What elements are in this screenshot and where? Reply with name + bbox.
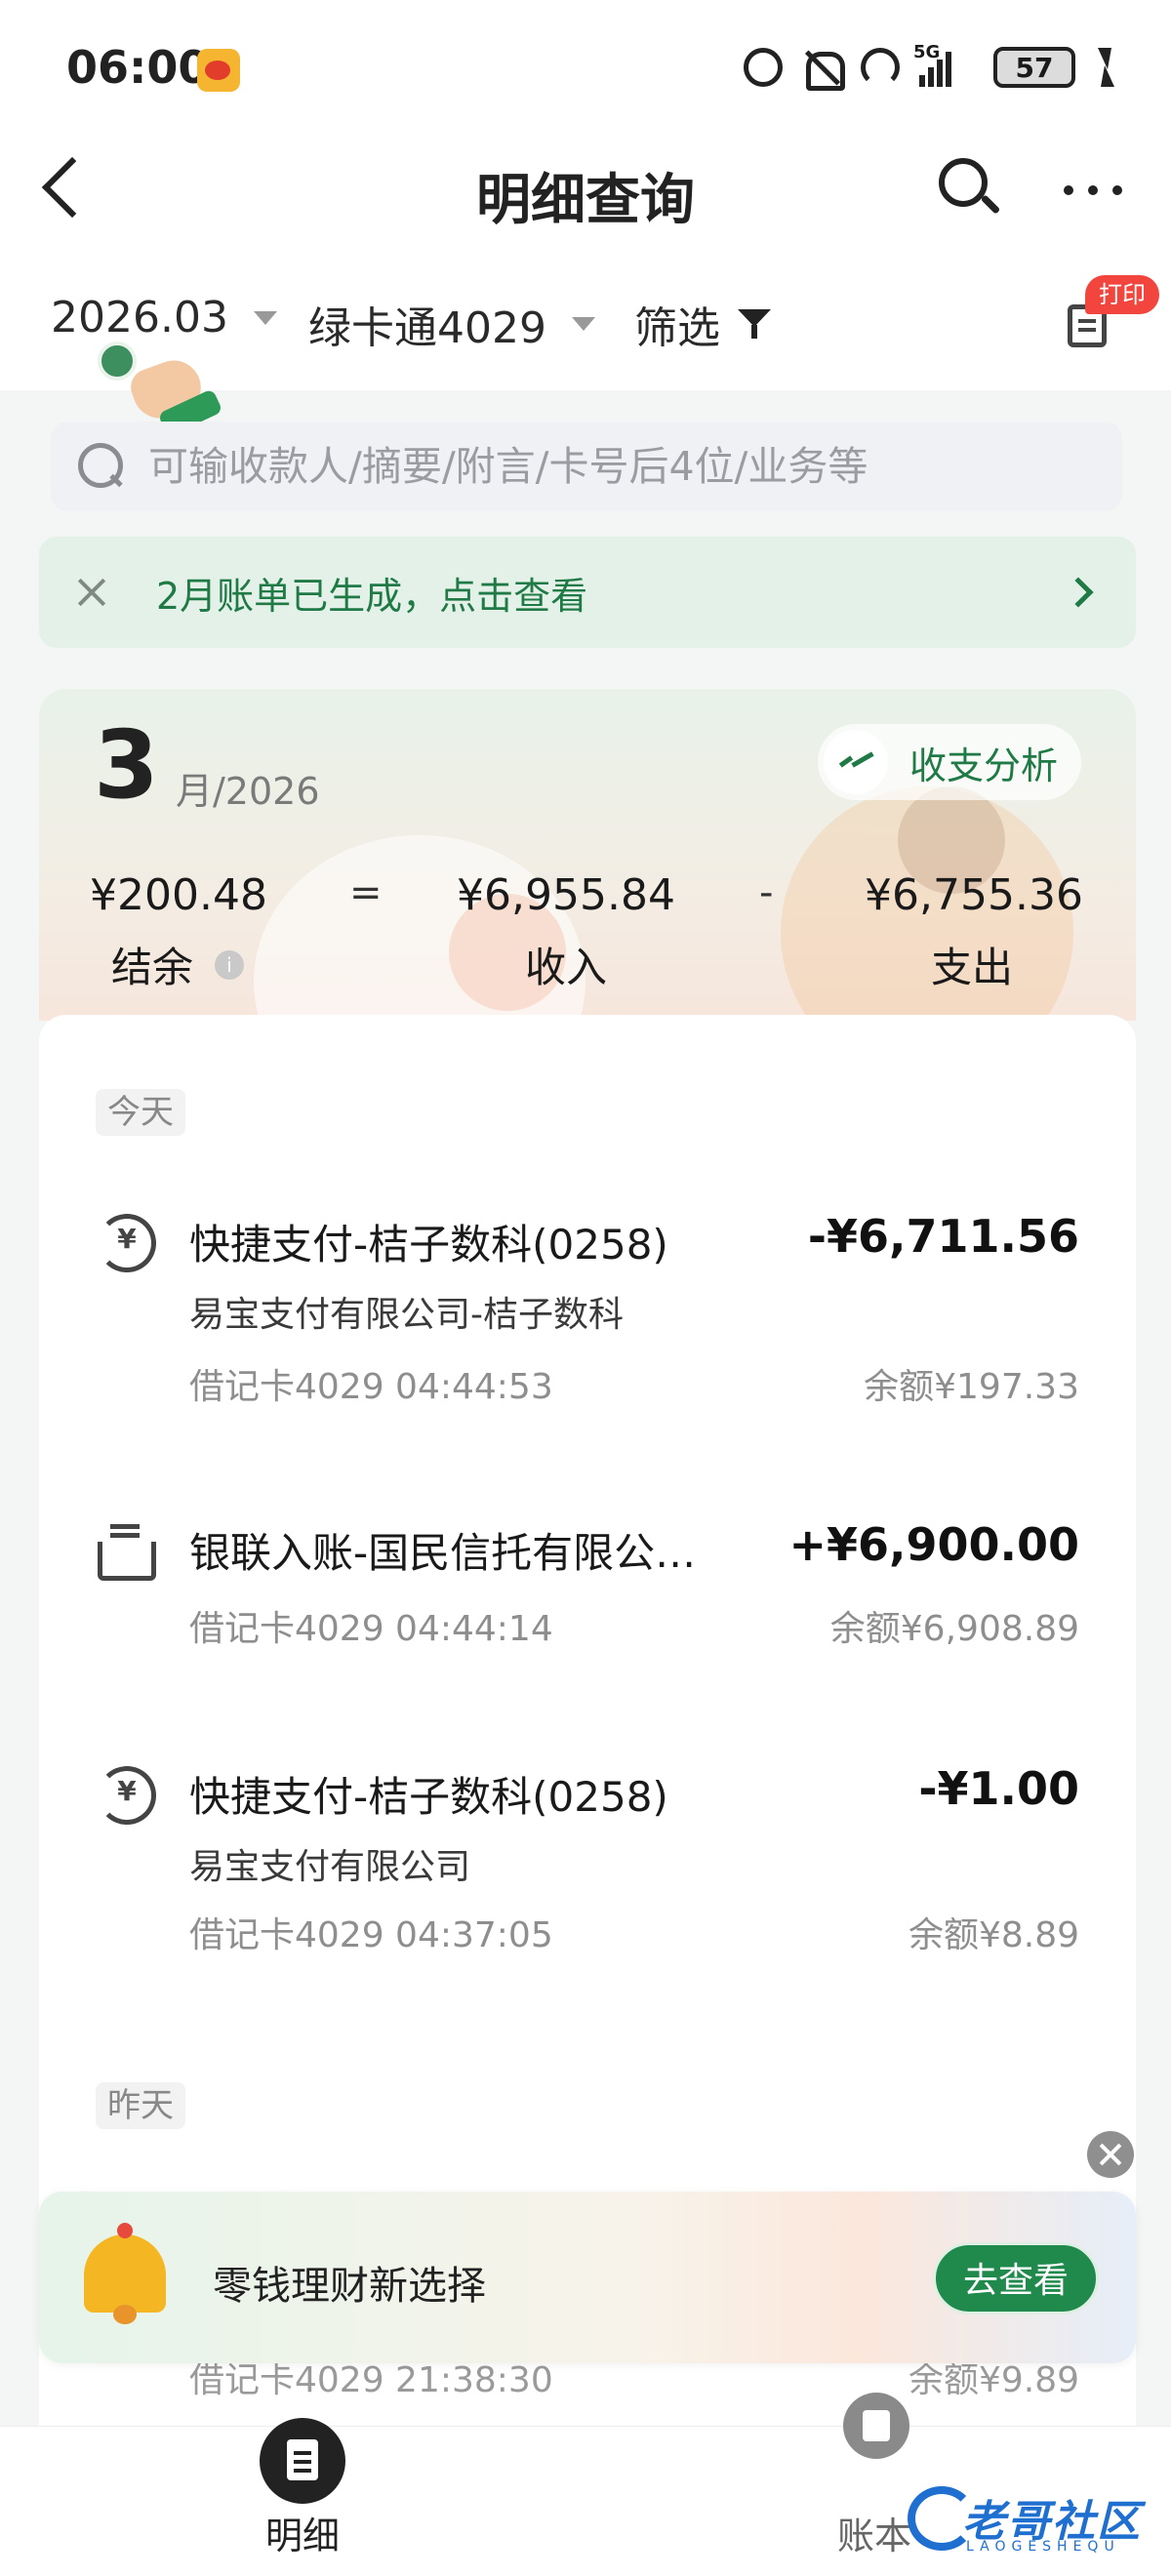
mute-icon xyxy=(802,48,845,91)
bill-notice-banner[interactable]: 2月账单已生成，点击查看 xyxy=(39,537,1136,648)
charging-icon xyxy=(1095,48,1114,87)
alarm-icon xyxy=(744,48,783,87)
account-selector[interactable]: 绿卡通4029 xyxy=(308,293,595,355)
transaction-amount: -¥6,711.56 xyxy=(807,1210,1079,1263)
transaction-counterparty: 易宝支付有限公司-桔子数科 xyxy=(189,1295,624,1335)
expense-label: 支出 xyxy=(931,944,1014,991)
transaction-amount: -¥1.00 xyxy=(918,1762,1079,1815)
promo-view-button[interactable]: 去查看 xyxy=(933,2242,1099,2314)
payment-icon xyxy=(98,1214,156,1272)
filter-label: 筛选 xyxy=(634,303,720,353)
income-expense-analysis-button[interactable]: 收支分析 xyxy=(818,724,1081,800)
close-icon[interactable] xyxy=(74,575,109,610)
transaction-balance: 余额¥197.33 xyxy=(864,1367,1079,1407)
balance-amount: ¥200.48 xyxy=(90,870,267,920)
income-label: 收入 xyxy=(525,944,608,991)
bell-icon xyxy=(78,2221,172,2326)
transaction-title[interactable]: 快捷支付-桔子数科(0258) xyxy=(189,1212,668,1271)
search-bar[interactable] xyxy=(51,422,1122,511)
transaction-title[interactable]: 快捷支付-桔子数科(0258) xyxy=(189,1764,668,1824)
summary-month-year: 月/2026 xyxy=(176,770,320,813)
transaction-meta: 借记卡4029 04:44:53 xyxy=(189,1367,553,1407)
ledger-tab-icon[interactable] xyxy=(843,2393,909,2459)
transaction-title[interactable]: 银联入账-国民信托有限公… xyxy=(189,1520,696,1580)
status-time: 06:00 xyxy=(66,41,210,94)
info-icon[interactable]: i xyxy=(215,950,244,980)
tab-detail[interactable]: 明细 xyxy=(265,2506,340,2559)
transaction-counterparty: 易宝支付有限公司 xyxy=(189,1847,471,1887)
detail-tab-icon[interactable] xyxy=(260,2418,345,2504)
funnel-icon xyxy=(738,307,771,341)
transaction-meta: 借记卡4029 04:44:14 xyxy=(189,1609,553,1649)
battery-icon: 57 xyxy=(993,47,1075,88)
transaction-meta: 借记卡4029 04:37:05 xyxy=(189,1915,553,1955)
search-icon xyxy=(76,441,127,492)
watermark-subtext: LAOGESHEQU xyxy=(966,2539,1120,2555)
equals-sign: = xyxy=(349,870,383,915)
close-icon[interactable] xyxy=(1087,2131,1134,2178)
transaction-balance: 余额¥6,908.89 xyxy=(829,1609,1079,1649)
search-input[interactable] xyxy=(148,443,1085,490)
inbox-icon xyxy=(98,1524,156,1581)
hotspot-icon xyxy=(861,48,900,87)
expense-amount: ¥6,755.36 xyxy=(865,870,1083,920)
more-icon[interactable] xyxy=(1064,185,1122,195)
watermark-logo: 老哥社区 LAOGESHEQU xyxy=(908,2478,1151,2560)
tab-ledger[interactable]: 账本 xyxy=(837,2506,911,2559)
payment-icon xyxy=(98,1766,156,1825)
account-selector-label: 绿卡通4029 xyxy=(308,303,546,353)
chevron-down-icon xyxy=(253,310,277,325)
date-group-today: 今天 xyxy=(96,1089,185,1136)
income-amount: ¥6,955.84 xyxy=(457,870,675,920)
bill-notice-text: 2月账单已生成，点击查看 xyxy=(156,574,588,618)
chevron-right-icon xyxy=(1063,577,1094,608)
transaction-balance: 余额¥8.89 xyxy=(908,1915,1079,1955)
signal-icon: 5G xyxy=(913,42,974,87)
battery-level: 57 xyxy=(1015,51,1054,84)
chevron-down-icon xyxy=(571,317,595,331)
month-selector-label: 2026.03 xyxy=(51,293,228,342)
weibo-icon xyxy=(197,49,240,92)
status-icons: 5G 57 xyxy=(744,42,1114,92)
date-group-yesterday: 昨天 xyxy=(96,2082,185,2129)
print-badge[interactable]: 打印 xyxy=(1085,275,1159,314)
month-selector[interactable]: 2026.03 xyxy=(51,293,277,342)
transaction-amount: +¥6,900.00 xyxy=(788,1518,1079,1571)
network-type-label: 5G xyxy=(913,42,941,62)
page-title: 明细查询 xyxy=(476,169,695,232)
trend-icon xyxy=(824,730,888,794)
search-icon[interactable] xyxy=(937,156,1001,215)
filter-button[interactable]: 筛选 xyxy=(634,293,771,355)
promo-text: 零钱理财新选择 xyxy=(213,2264,486,2309)
balance-label: 结余 xyxy=(111,944,194,991)
summary-month: 3 xyxy=(94,710,159,820)
minus-sign: - xyxy=(759,870,774,915)
analysis-label: 收支分析 xyxy=(909,744,1059,787)
